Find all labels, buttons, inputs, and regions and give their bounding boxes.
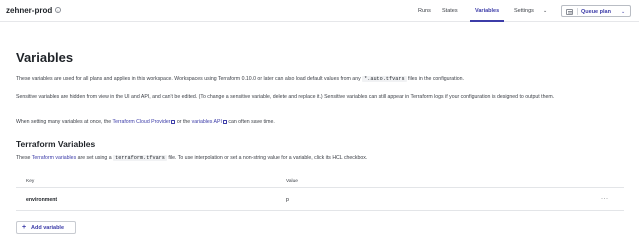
add-variable-label: Add variable — [31, 225, 65, 231]
intro-paragraph-3: When setting many variables at once, the… — [16, 118, 626, 127]
variable-key: environment — [26, 197, 58, 203]
tab-variables[interactable]: Variables — [475, 8, 499, 14]
column-header-key: Key — [26, 179, 35, 184]
add-variable-button[interactable]: + Add variable — [16, 221, 76, 234]
queue-plan-label: Queue plan — [581, 8, 611, 15]
chevron-down-icon: ⌄ — [543, 8, 548, 14]
desc-text: are set using a — [76, 155, 114, 161]
desc-text: These — [16, 155, 32, 161]
plan-list-icon — [566, 8, 573, 15]
workspace-name: zehner-prod — [6, 6, 53, 15]
auto-tfvars-code: *.auto.tfvars — [362, 76, 407, 82]
intro-paragraph-2: Sensitive variables are hidden from view… — [16, 94, 555, 100]
active-tab-indicator — [470, 20, 504, 22]
intro-text: can often save time. — [226, 119, 275, 125]
header-divider — [16, 187, 624, 188]
queue-plan-button[interactable]: Queue plan ⌄ — [561, 5, 631, 17]
variables-api-link[interactable]: variables API — [192, 119, 222, 125]
page-title: Variables — [16, 50, 74, 65]
row-menu-icon[interactable]: ··· — [601, 196, 609, 202]
top-bar: zehner-prod i Runs States Variables Sett… — [0, 0, 639, 22]
column-header-value: Value — [286, 179, 298, 184]
intro-text: When setting many variables at once, the — [16, 119, 113, 125]
intro-text: files in the configuration. — [406, 76, 464, 82]
terraform-cloud-provider-link[interactable]: Terraform Cloud Provider — [113, 119, 171, 125]
info-icon[interactable]: i — [55, 7, 61, 13]
intro-text: or the — [175, 119, 192, 125]
terraform-variables-description: These Terraform variables are set using … — [16, 154, 626, 163]
desc-text: file. To use interpolation or set a non-… — [166, 155, 368, 161]
terraform-variables-link[interactable]: Terraform variables — [32, 155, 76, 161]
tab-states[interactable]: States — [442, 8, 458, 14]
terraform-variables-heading: Terraform Variables — [16, 139, 96, 149]
tab-runs[interactable]: Runs — [418, 8, 431, 14]
intro-text: These variables are used for all plans a… — [16, 76, 363, 82]
row-divider — [16, 210, 624, 211]
chevron-down-icon: ⌄ — [621, 8, 626, 15]
intro-paragraph-1: These variables are used for all plans a… — [16, 75, 626, 84]
plus-icon: + — [22, 224, 27, 231]
tfvars-code: terraform.tfvars — [113, 155, 167, 161]
button-divider — [577, 8, 578, 15]
tab-settings[interactable]: Settings — [514, 8, 534, 14]
variable-value: p — [286, 197, 289, 203]
